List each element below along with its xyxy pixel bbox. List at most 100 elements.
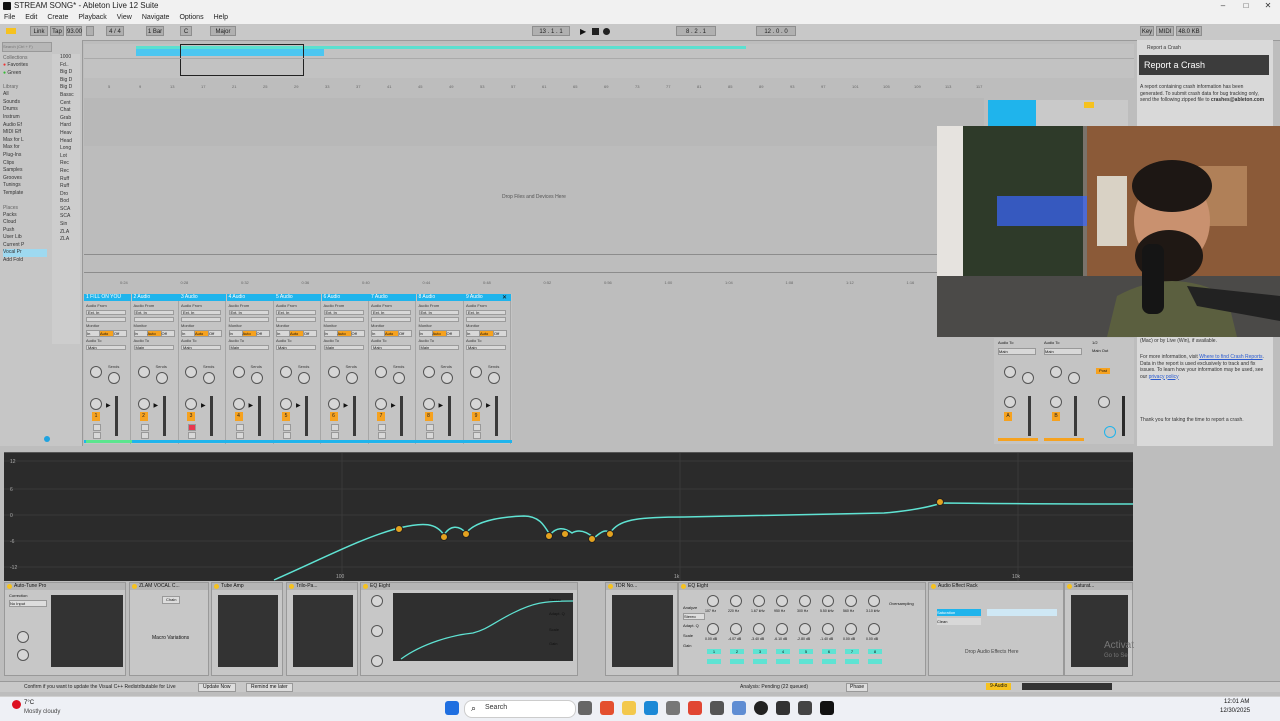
arrangement-overview[interactable]: [84, 44, 1134, 78]
band-toggle[interactable]: 2: [730, 649, 744, 654]
device-power-icon[interactable]: [608, 584, 613, 589]
send-a-knob[interactable]: [90, 366, 102, 378]
file-explorer-icon[interactable]: [622, 701, 636, 715]
band-freq-knob[interactable]: [730, 595, 742, 607]
monitor-auto-button[interactable]: Auto: [336, 330, 352, 337]
return-b-activator[interactable]: B: [1052, 412, 1060, 421]
band-filter-type[interactable]: [868, 659, 882, 664]
arm-button[interactable]: [188, 424, 196, 431]
taskbar-date[interactable]: 12/30/2025: [1220, 708, 1250, 714]
band-toggle[interactable]: 8: [868, 649, 882, 654]
obs-icon[interactable]: [754, 701, 768, 715]
pan-knob[interactable]: [90, 398, 102, 410]
solo-button[interactable]: [235, 432, 244, 439]
band-gain-knob[interactable]: [845, 623, 857, 635]
maximize-button[interactable]: □: [1236, 0, 1256, 12]
minimize-button[interactable]: –: [1213, 0, 1233, 12]
fader-arrow-icon[interactable]: ▶: [296, 402, 301, 409]
device-9[interactable]: Saturat...: [1064, 582, 1133, 676]
return-b-send-knob[interactable]: [1050, 366, 1062, 378]
monitor-in-button[interactable]: In: [466, 330, 480, 337]
eq-mode-select[interactable]: Stereo: [683, 613, 705, 620]
library-instruments[interactable]: Instrum: [3, 114, 47, 122]
beat-time-ruler[interactable]: 5 9 13 17 21 25 29 33 37 41 45 49 53 57 61 65 69 73 77 81 85…: [84, 84, 984, 92]
browser-item[interactable]: ZLA: [60, 236, 80, 244]
send-b-knob[interactable]: [108, 372, 120, 384]
pan-knob[interactable]: [422, 398, 435, 410]
band-gain-value[interactable]: -1.40 dB: [820, 637, 833, 641]
update-now-button[interactable]: Update Now: [198, 683, 236, 692]
rack-chain-chip[interactable]: Chain: [162, 596, 181, 604]
solo-button[interactable]: [473, 432, 481, 439]
return-a-send-knob[interactable]: [1004, 366, 1016, 378]
device-title[interactable]: TDR No...: [606, 583, 677, 590]
fader-arrow-icon[interactable]: ▶: [249, 402, 254, 409]
library-samples[interactable]: Samples: [3, 167, 47, 175]
collection-favorites[interactable]: ● Favorites: [3, 62, 47, 70]
send-b-knob[interactable]: [250, 372, 263, 384]
track-title[interactable]: 3 Audio: [179, 294, 226, 301]
band-freq-knob[interactable]: [753, 595, 765, 607]
device-2[interactable]: ZLAM VOCAL C... Chain Macro Variations: [129, 582, 209, 676]
app-icon-2[interactable]: [732, 701, 746, 715]
track-strip[interactable]: 2 Audio Audio From Ext. In Monitor In Auto Off…: [131, 294, 179, 444]
track-activator[interactable]: 6: [329, 412, 338, 421]
library-audio-effects[interactable]: Audio Ef: [3, 122, 47, 130]
eq-freq-knob[interactable]: [371, 595, 383, 607]
selected-track-name[interactable]: 9-Audio: [986, 683, 1012, 690]
solo-button[interactable]: [188, 432, 196, 439]
track-title[interactable]: 4 Audio: [226, 294, 274, 301]
menu-create[interactable]: Create: [47, 12, 68, 24]
band-gain-knob[interactable]: [868, 623, 880, 635]
monitor-off-button[interactable]: Off: [160, 330, 175, 337]
track-activator[interactable]: 2: [139, 412, 148, 421]
settings-icon[interactable]: [710, 701, 724, 715]
browser-item[interactable]: Bod: [60, 198, 80, 206]
pan-knob[interactable]: [375, 398, 387, 410]
device-title[interactable]: Auto-Tune Pro: [5, 583, 125, 590]
monitor-off-button[interactable]: Off: [113, 330, 127, 337]
library-midi-effects[interactable]: MIDI Eff: [3, 129, 47, 137]
arm-button[interactable]: [473, 424, 481, 431]
send-a-knob[interactable]: [470, 366, 482, 378]
band-gain-knob[interactable]: [799, 623, 811, 635]
crash-email[interactable]: crashes@ableton.com: [1211, 97, 1264, 103]
band-freq-value[interactable]: 1.67 kHz: [751, 609, 765, 613]
library-all[interactable]: All: [3, 91, 47, 99]
monitor-auto-button[interactable]: Auto: [99, 330, 114, 337]
device-power-icon[interactable]: [931, 584, 936, 589]
menu-playback[interactable]: Playback: [78, 12, 106, 24]
band-toggle[interactable]: 7: [845, 649, 859, 654]
browser-item[interactable]: Lot: [60, 153, 80, 161]
band-gain-value[interactable]: -4.07 dB: [728, 637, 741, 641]
band-toggle[interactable]: 6: [822, 649, 836, 654]
place-current-project[interactable]: Current P: [3, 242, 47, 250]
menu-options[interactable]: Options: [179, 12, 203, 24]
browser-item[interactable]: Big D: [60, 77, 80, 85]
audio-to-select[interactable]: Main: [181, 345, 221, 350]
menu-navigate[interactable]: Navigate: [142, 12, 170, 24]
monitor-off-button[interactable]: Off: [350, 330, 365, 337]
return-b-send-knob-2[interactable]: [1068, 372, 1080, 384]
eq-band-handle[interactable]: [936, 498, 944, 506]
monitor-auto-button[interactable]: Auto: [431, 330, 447, 337]
chrome-icon[interactable]: [688, 701, 702, 715]
monitor-off-button[interactable]: Off: [255, 330, 270, 337]
device-power-icon[interactable]: [289, 584, 294, 589]
track-strip[interactable]: 5 Audio Audio From Ext. In Monitor In Auto Off…: [274, 294, 321, 444]
activator-indicator[interactable]: [1084, 102, 1094, 108]
browser-item[interactable]: Sin: [60, 221, 80, 229]
rack-chain-clean[interactable]: Clean: [937, 618, 981, 625]
arm-button[interactable]: [425, 424, 434, 431]
return-b-pan-knob[interactable]: [1050, 396, 1062, 408]
eq-band-handle[interactable]: [561, 530, 569, 538]
band-freq-value[interactable]: 220 Hz: [728, 609, 739, 613]
send-a-knob[interactable]: [137, 366, 150, 378]
device-title[interactable]: Audio Effect Rack: [929, 583, 1063, 590]
band-gain-knob[interactable]: [776, 623, 788, 635]
main-pan-knob[interactable]: [1098, 396, 1110, 408]
app-icon-3[interactable]: [776, 701, 790, 715]
track-title[interactable]: 7 Audio: [369, 294, 416, 301]
place-packs[interactable]: Packs: [3, 212, 47, 220]
arrangement-view[interactable]: 5 9 13 17 21 25 29 33 37 41 45 49 53 57 61 65 69 73 77 81 85…: [84, 84, 984, 288]
